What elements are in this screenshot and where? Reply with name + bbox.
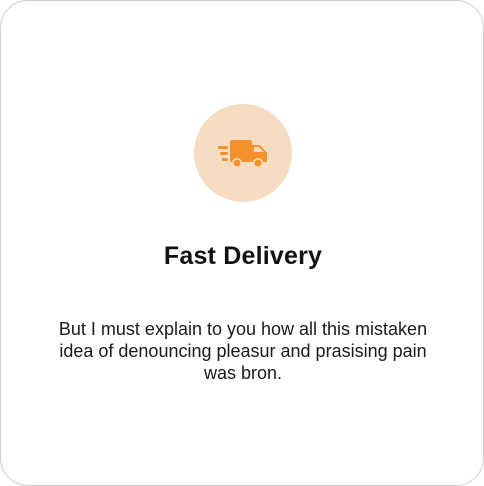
delivery-truck-icon [218, 140, 267, 168]
feature-card: Fast Delivery But I must explain to you … [0, 0, 484, 486]
card-description: But I must explain to you how all this m… [58, 319, 428, 383]
icon-badge [194, 104, 292, 202]
card-title: Fast Delivery [163, 242, 323, 270]
